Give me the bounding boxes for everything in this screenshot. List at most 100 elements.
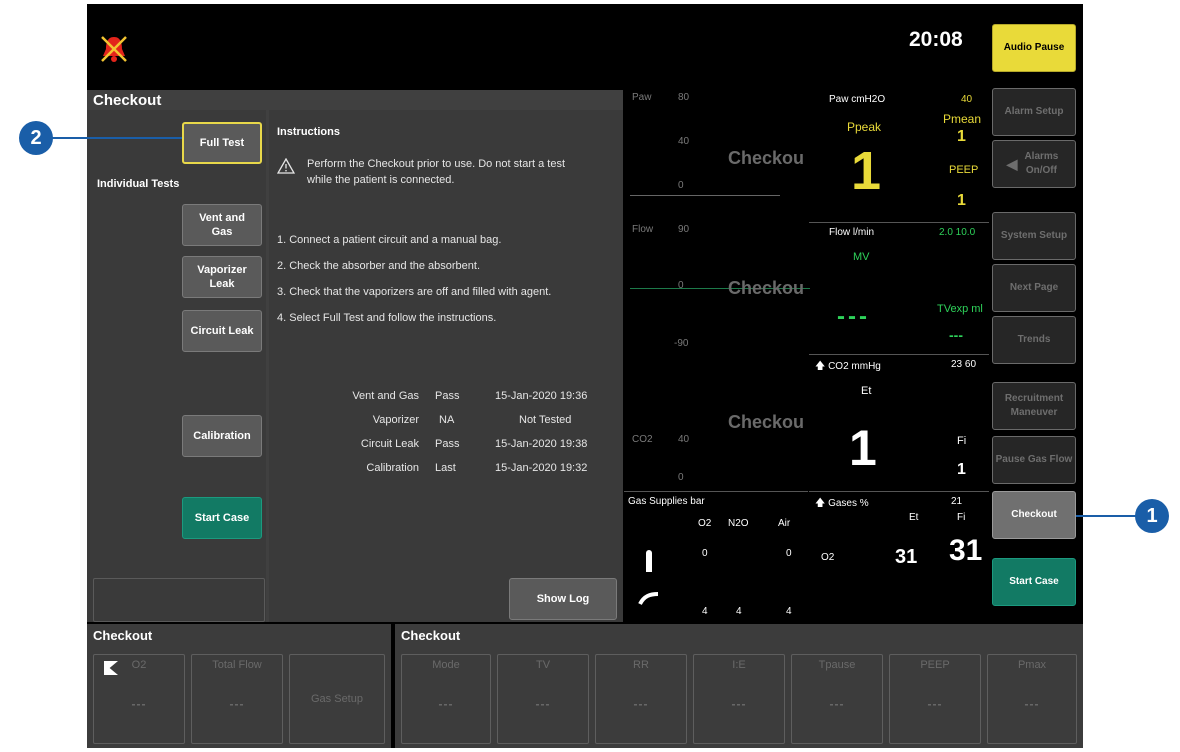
instructions-title: Instructions (277, 126, 340, 138)
checkout-button[interactable]: Checkout (992, 491, 1076, 539)
bottom-right-panel: Checkout Mode --- TV --- RR --- I:E --- Tpau… (395, 624, 1083, 748)
co2-fi-value: 1 (957, 461, 966, 478)
o2-setting-label: O2 (131, 659, 147, 671)
o2-fi-value: 31 (949, 534, 983, 567)
gases-et-label: Et (909, 512, 919, 523)
o2-et-value: 31 (895, 546, 918, 568)
mv-label: MV (853, 251, 870, 263)
device-screen: 20:08 Audio Pause Alarm Setup ◀ Alarms O… (87, 4, 1083, 748)
gases-param-box: 🡅 Gases % 21 Et Fi O2 31 31 (809, 491, 989, 622)
tvexp-label: TVexp ml (937, 303, 983, 315)
o2-setting-cell[interactable]: O2 --- (93, 654, 185, 744)
tv-cell[interactable]: TV --- (497, 654, 589, 744)
gas-supplies-box: Gas Supplies bar O2 N2O Air 0 0 4 4 4 (624, 491, 808, 622)
total-flow-cell[interactable]: Total Flow --- (191, 654, 283, 744)
full-test-button[interactable]: Full Test (182, 122, 262, 164)
flow-alarm-limit: 2.0 10.0 (939, 227, 976, 238)
mv-value: --- (837, 303, 870, 330)
trends-button[interactable]: Trends (992, 316, 1076, 364)
gas-setup-label: Gas Setup (311, 693, 363, 705)
tpause-label: Tpause (818, 659, 856, 671)
gas-o2-cylinder: 4 (702, 606, 708, 617)
system-setup-button[interactable]: System Setup (992, 212, 1076, 260)
step-2: 2. Check the absorber and the absorbent. (277, 260, 481, 272)
peep-label: PEEP (949, 164, 979, 176)
audio-pause-button[interactable]: Audio Pause (992, 24, 1076, 72)
pause-gas-flow-button[interactable]: Pause Gas Flow (992, 436, 1076, 484)
flow-checkout-mark: Checkou (728, 278, 805, 298)
rr-value: --- (633, 697, 649, 711)
paw-waveform: Paw 80 40 0 Checkou (624, 90, 808, 220)
flow-param-title: Flow l/min (829, 227, 875, 238)
vent-gas-button[interactable]: Vent and Gas (182, 204, 262, 246)
tvexp-value: --- (949, 327, 963, 343)
bottom-left-panel: Checkout O2 --- Total Flow --- Gas Setup (87, 624, 391, 748)
co2-param-title: 🡅 CO2 mmHg (815, 359, 881, 376)
result-status-2: Pass (435, 438, 460, 450)
tpause-cell[interactable]: Tpause --- (791, 654, 883, 744)
up-arrow-icon: 🡅 (815, 498, 826, 509)
peep-setting-cell[interactable]: PEEP --- (889, 654, 981, 744)
peep-setting-value: --- (927, 697, 943, 711)
alarm-setup-button[interactable]: Alarm Setup (992, 88, 1076, 136)
next-page-button[interactable]: Next Page (992, 264, 1076, 312)
total-flow-label: Total Flow (212, 659, 262, 671)
circuit-leak-button[interactable]: Circuit Leak (182, 310, 262, 352)
ie-value: --- (731, 697, 747, 711)
result-date-3: 15-Jan-2020 19:32 (495, 462, 588, 474)
rr-cell[interactable]: RR --- (595, 654, 687, 744)
mode-label: Mode (432, 659, 460, 671)
co2-et-label: Et (861, 385, 872, 397)
gas-setup-cell[interactable]: Gas Setup (289, 654, 385, 744)
checkout-title: Checkout (93, 92, 162, 109)
ppeak-value: 1 (851, 141, 882, 201)
tv-label: TV (535, 659, 551, 671)
step-3: 3. Check that the vaporizers are off and… (277, 286, 552, 298)
up-arrow-icon: 🡅 (815, 361, 826, 372)
result-status-0: Pass (435, 390, 460, 402)
vaporizer-leak-button[interactable]: Vaporizer Leak (182, 256, 262, 298)
gas-air-pipeline: 0 (786, 548, 792, 559)
calibration-button[interactable]: Calibration (182, 415, 262, 457)
individual-tests-label: Individual Tests (97, 178, 180, 190)
start-case-button[interactable]: Start Case (182, 497, 262, 539)
start-case-softkey[interactable]: Start Case (992, 558, 1076, 606)
result-test-1: Vaporizer (372, 414, 419, 426)
recruitment-maneuver-button[interactable]: Recruitment Maneuver (992, 382, 1076, 430)
alarms-on-off-button[interactable]: ◀ Alarms On/Off (992, 140, 1076, 188)
flow-scale-mid: 0 (678, 280, 684, 291)
co2-title-text: CO2 mmHg (828, 361, 881, 372)
co2-checkout-mark: Checkou (728, 412, 805, 432)
gases-fi-label: Fi (957, 512, 966, 523)
paw-scale-top: 80 (678, 92, 690, 103)
show-log-button[interactable]: Show Log (509, 578, 617, 620)
paw-scale-mid: 40 (678, 136, 690, 147)
co2-param-box: 🡅 CO2 mmHg 23 60 Et 1 Fi 1 (809, 354, 989, 490)
co2-scale-bot: 0 (678, 472, 684, 483)
mode-cell[interactable]: Mode --- (401, 654, 491, 744)
gas-header-air: Air (778, 518, 791, 529)
pmean-value: 1 (957, 128, 966, 145)
alarms-on-off-label: Alarms On/Off (1024, 151, 1059, 176)
peep-setting-label: PEEP (920, 659, 950, 671)
result-test-2: Circuit Leak (360, 438, 419, 450)
gas-o2-pipeline: 0 (702, 548, 708, 559)
co2-label: CO2 (632, 434, 653, 445)
co2-waveform: Checkou CO2 40 0 (624, 354, 808, 489)
result-test-3: Calibration (366, 462, 419, 474)
pmax-cell[interactable]: Pmax --- (987, 654, 1077, 744)
callout-1-line (1076, 515, 1136, 517)
paw-label: Paw (632, 92, 652, 103)
cylinder-icon (646, 550, 652, 572)
callout-2: 2 (19, 121, 53, 155)
checkout-panel: Checkout Full Test Individual Tests Vent… (87, 90, 623, 622)
ie-label: I:E (732, 659, 746, 671)
result-status-3: Last (435, 462, 456, 474)
gas-header-n2o: N2O (728, 518, 749, 529)
gas-air-cylinder: 4 (786, 606, 792, 617)
flow-param-box: Flow l/min 2.0 10.0 MV --- TVexp ml --- (809, 222, 989, 353)
paw-checkout-mark: Checkou (728, 148, 805, 168)
mode-value: --- (438, 697, 454, 711)
ie-cell[interactable]: I:E --- (693, 654, 785, 744)
paw-baseline (630, 195, 780, 196)
